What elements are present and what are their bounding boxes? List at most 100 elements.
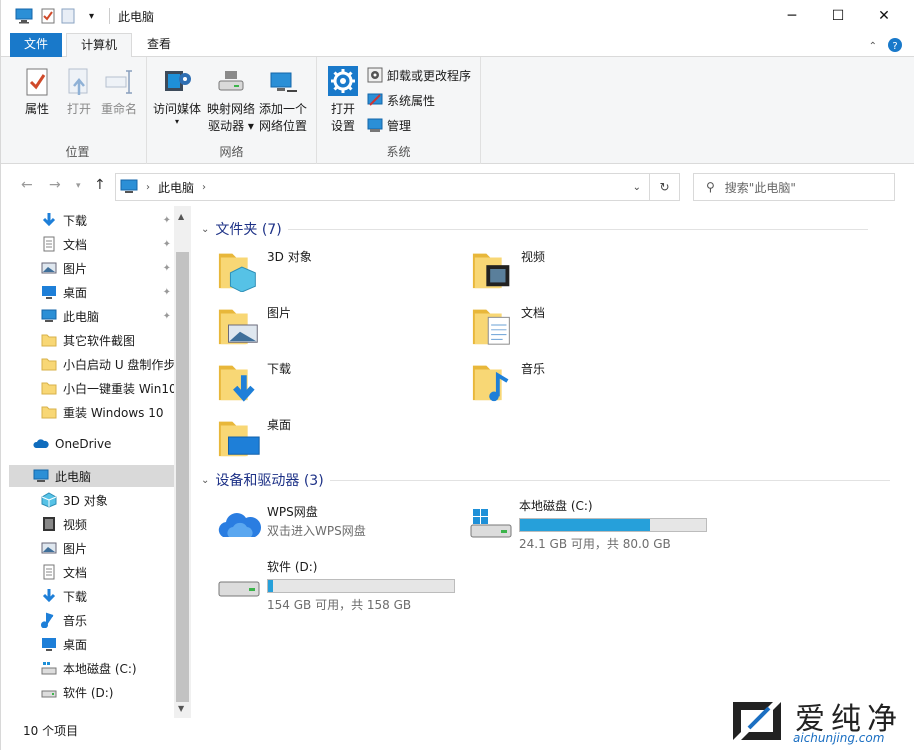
wps-drive-tile[interactable]: WPS网盘 双击进入WPS网盘 xyxy=(215,503,366,551)
system-properties-button[interactable]: 系统属性 xyxy=(367,90,435,110)
drive-c-tile[interactable]: 本地磁盘 (C:) 24.1 GB 可用，共 80.0 GB xyxy=(467,497,707,552)
file-explorer-window: ▾ 此电脑 ─ ☐ ✕ 文件 计算机 查看 ⌃ ? 属性 打开 重命名 位置 访… xyxy=(0,0,914,750)
nav-item-onedrive[interactable]: OneDrive xyxy=(9,433,174,455)
scrollbar-thumb[interactable] xyxy=(176,252,189,702)
this-pc-icon xyxy=(15,7,33,25)
rename-button[interactable]: 重命名 xyxy=(101,65,137,118)
drive-d-icon xyxy=(218,581,260,597)
nav-item[interactable]: 音乐 xyxy=(9,609,174,631)
add-network-location-button[interactable]: 添加一个 网络位置 xyxy=(259,65,307,135)
wps-cloud-icon xyxy=(218,513,262,537)
folder-tile[interactable]: 下载 xyxy=(217,358,291,404)
nav-item[interactable]: 此电脑 ✦ xyxy=(9,305,174,327)
collapse-chevron-icon[interactable]: ⌄ xyxy=(201,224,209,235)
drive-c-icon xyxy=(470,509,512,538)
devices-section-header[interactable]: ⌄ 设备和驱动器 (3) xyxy=(201,470,890,490)
nav-label: 文档 xyxy=(63,565,88,580)
folder-tile[interactable]: 文档 xyxy=(471,302,545,348)
drive-c-icon xyxy=(41,662,57,675)
open-settings-button[interactable]: 打开 设置 xyxy=(327,65,359,135)
minimize-button[interactable]: ─ xyxy=(769,0,815,31)
address-dropdown-icon[interactable]: ⌄ xyxy=(633,182,641,193)
folder-tile[interactable]: 桌面 xyxy=(217,414,291,460)
collapse-ribbon-icon[interactable]: ⌃ xyxy=(869,41,877,52)
address-bar[interactable]: › 此电脑 › ⌄ xyxy=(115,173,650,201)
access-media-button[interactable]: 访问媒体 ▾ xyxy=(153,65,201,126)
add-location-label-2: 网络位置 xyxy=(259,119,308,133)
music-icon xyxy=(41,612,54,628)
folder-tile[interactable]: 视频 xyxy=(471,246,545,292)
folders-section-header[interactable]: ⌄ 文件夹 (7) xyxy=(201,219,868,239)
properties-label: 属性 xyxy=(24,102,49,116)
close-button[interactable]: ✕ xyxy=(861,0,907,31)
up-arrow-icon[interactable]: ↑ xyxy=(94,177,106,193)
manage-button[interactable]: 管理 xyxy=(367,115,411,135)
collapse-chevron-icon[interactable]: ⌄ xyxy=(201,475,209,486)
ribbon-right-controls: ⌃ ? xyxy=(869,37,903,56)
nav-item[interactable]: 小白一键重装 Win10 xyxy=(9,377,177,399)
maximize-button[interactable]: ☐ xyxy=(815,0,861,31)
nav-item[interactable]: 重装 Windows 10 xyxy=(9,401,174,423)
folder-label: 桌面 xyxy=(267,418,292,432)
videos-folder-icon xyxy=(472,253,510,289)
back-arrow-icon[interactable]: ← xyxy=(21,177,33,193)
scroll-down-icon[interactable]: ▼ xyxy=(178,704,184,713)
folder-icon xyxy=(41,358,57,371)
forward-arrow-icon[interactable]: → xyxy=(49,177,61,193)
nav-item[interactable]: 文档 ✦ xyxy=(9,233,174,255)
help-icon[interactable]: ? xyxy=(887,37,903,56)
nav-item[interactable]: 桌面 ✦ xyxy=(9,281,174,303)
pictures-icon xyxy=(41,262,57,274)
map-network-drive-button[interactable]: 映射网络 驱动器 ▾ xyxy=(207,65,255,135)
nav-item[interactable]: 文档 xyxy=(9,561,174,583)
properties-button[interactable]: 属性 xyxy=(21,65,53,118)
folder-tile[interactable]: 图片 xyxy=(217,302,291,348)
refresh-button[interactable]: ↻ xyxy=(650,173,680,201)
nav-item[interactable]: 其它软件截图 xyxy=(9,329,174,351)
quick-access-dropdown-icon[interactable]: ▾ xyxy=(89,7,94,25)
ribbon: 属性 打开 重命名 位置 访问媒体 ▾ 映射网络 驱动器 ▾ 添加一个 网络位置… xyxy=(1,57,914,164)
nav-item[interactable]: 图片 xyxy=(9,537,174,559)
3d-objects-icon xyxy=(41,492,57,508)
nav-item[interactable]: 本地磁盘 (C:) xyxy=(9,657,174,679)
nav-item[interactable]: 软件 (D:) xyxy=(9,681,174,703)
pin-icon[interactable]: ✦ xyxy=(163,239,171,250)
open-settings-label-1: 打开 xyxy=(330,102,355,116)
nav-item[interactable]: 3D 对象 xyxy=(9,489,174,511)
pin-icon[interactable]: ✦ xyxy=(163,311,171,322)
nav-item[interactable]: 图片 ✦ xyxy=(9,257,174,279)
breadcrumb-this-pc[interactable]: 此电脑 xyxy=(158,179,194,196)
pictures-folder-icon xyxy=(218,309,258,345)
uninstall-icon xyxy=(367,67,383,83)
nav-label: 桌面 xyxy=(63,285,88,300)
nav-item[interactable]: 视频 xyxy=(9,513,174,535)
devices-header-label: 设备和驱动器 (3) xyxy=(215,473,324,489)
folder-tile[interactable]: 3D 对象 xyxy=(217,246,312,292)
folder-icon xyxy=(41,382,57,395)
nav-item[interactable]: 下载 xyxy=(9,585,174,607)
nav-item[interactable]: 下载 ✦ xyxy=(9,209,174,231)
nav-scrollbar[interactable]: ▲ ▼ xyxy=(174,206,191,718)
tab-view[interactable]: 查看 xyxy=(133,33,185,57)
tab-file[interactable]: 文件 xyxy=(10,33,63,57)
uninstall-programs-button[interactable]: 卸载或更改程序 xyxy=(367,65,471,85)
open-button[interactable]: 打开 xyxy=(63,65,95,118)
nav-item[interactable]: 桌面 xyxy=(9,633,174,655)
drive-d-tile[interactable]: 软件 (D:) 154 GB 可用，共 158 GB xyxy=(215,558,455,613)
nav-label: 下载 xyxy=(63,213,88,228)
pin-icon[interactable]: ✦ xyxy=(163,215,171,226)
folder-tile[interactable]: 音乐 xyxy=(471,358,545,404)
properties-check-icon[interactable] xyxy=(41,7,55,25)
pin-icon[interactable]: ✦ xyxy=(163,263,171,274)
scroll-up-icon[interactable]: ▲ xyxy=(178,212,184,221)
search-input[interactable]: ⚲ 搜索"此电脑" xyxy=(693,173,895,201)
group-system: 打开 设置 卸载或更改程序 系统属性 管理 系统 xyxy=(317,57,481,164)
tab-computer[interactable]: 计算机 xyxy=(66,33,133,58)
new-folder-icon[interactable] xyxy=(61,7,75,25)
breadcrumb-chevron-icon[interactable]: › xyxy=(202,182,206,193)
recent-locations-icon[interactable]: ▾ xyxy=(76,181,81,191)
nav-item-this-pc[interactable]: 此电脑 xyxy=(9,465,174,487)
drive-c-usage-fill xyxy=(520,519,651,531)
pin-icon[interactable]: ✦ xyxy=(163,287,171,298)
nav-item[interactable]: 小白启动 U 盘制作步 xyxy=(9,353,175,375)
